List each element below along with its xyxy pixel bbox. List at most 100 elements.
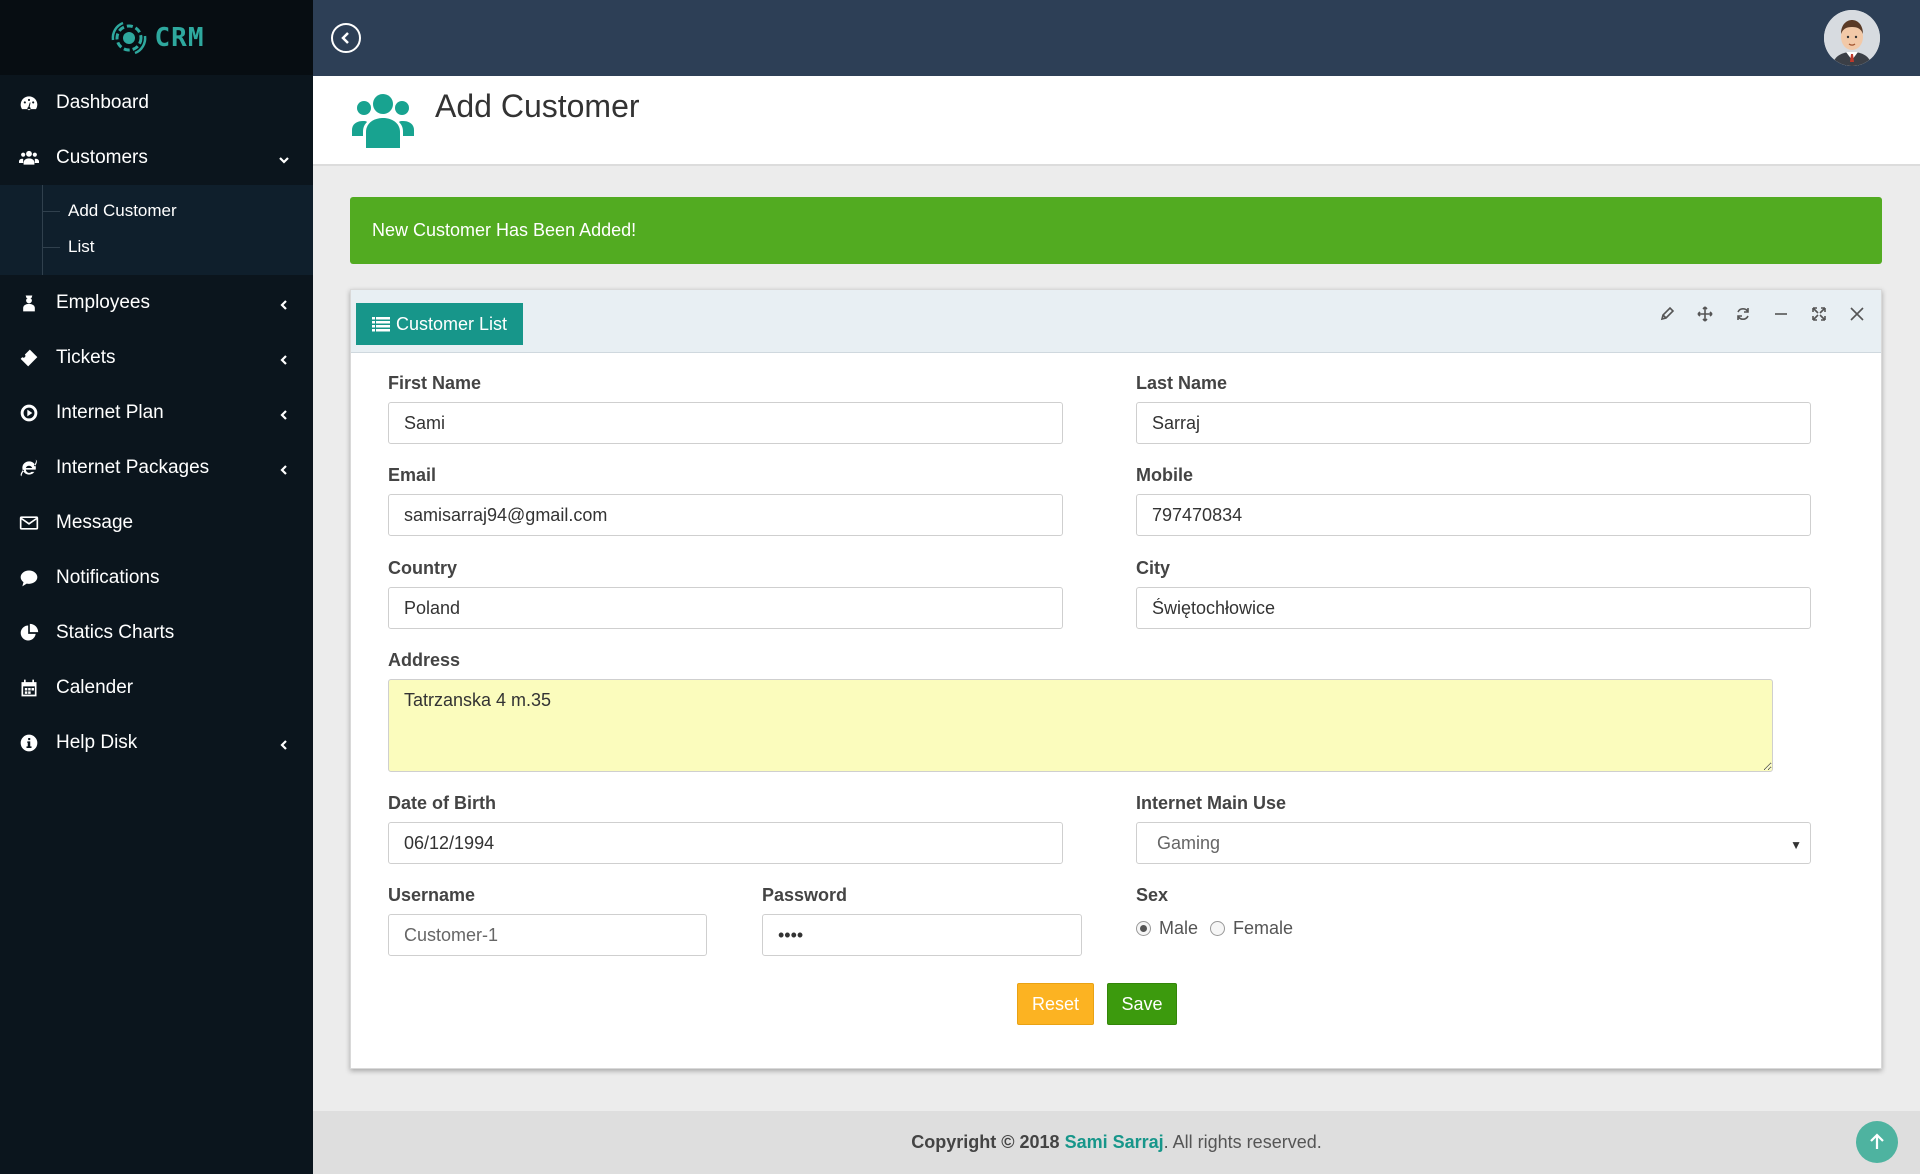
dashboard-icon: [18, 92, 40, 114]
sidebar-item-label: Tickets: [56, 346, 116, 368]
sidebar-item-label: Customers: [56, 146, 148, 168]
app-logo[interactable]: CRM: [0, 0, 313, 75]
internet-use-label: Internet Main Use: [1136, 793, 1287, 813]
sidebar-item-help-disk[interactable]: Help Disk: [0, 715, 313, 770]
chevron-left-icon: [341, 32, 349, 44]
sidebar-item-internet-packages[interactable]: Internet Packages: [0, 440, 313, 495]
footer-author-link[interactable]: Sami Sarraj: [1065, 1132, 1164, 1153]
sidebar-item-label: Help Disk: [56, 731, 138, 753]
sidebar-subitem-list[interactable]: List: [0, 229, 313, 265]
password-input[interactable]: [762, 914, 1082, 956]
city-label: City: [1136, 558, 1171, 578]
sidebar-item-customers[interactable]: Customers: [0, 130, 313, 185]
page-header: Add Customer: [313, 76, 1920, 166]
info-icon: [18, 732, 40, 754]
customers-submenu: Add Customer List: [0, 185, 313, 275]
list-icon: [372, 317, 390, 332]
radio-male-label: Male: [1159, 918, 1199, 938]
radio-female-label: Female: [1233, 918, 1294, 938]
sidebar-item-internet-plan[interactable]: Internet Plan: [0, 385, 313, 440]
users-icon: [350, 84, 416, 150]
reset-button[interactable]: Reset: [1017, 983, 1094, 1025]
radio-female[interactable]: [1210, 921, 1226, 936]
move-icon[interactable]: [1695, 304, 1715, 324]
sidebar-item-statics-charts[interactable]: Statics Charts: [0, 605, 313, 660]
sidebar-item-employees[interactable]: Employees: [0, 275, 313, 330]
country-input[interactable]: [388, 587, 1063, 629]
internet-explorer-icon: [18, 457, 40, 479]
collapse-sidebar-button[interactable]: [331, 23, 361, 53]
arrow-up-icon: [1870, 1133, 1884, 1149]
customer-panel: Customer List First Name Last Name Email…: [350, 289, 1882, 1069]
sidebar-item-dashboard[interactable]: Dashboard: [0, 75, 313, 130]
tab-label: Customer List: [396, 313, 508, 334]
chevron-left-icon: [277, 351, 291, 365]
sidebar-item-label: Employees: [56, 291, 150, 313]
scroll-to-top-button[interactable]: [1856, 1121, 1898, 1163]
expand-icon[interactable]: [1809, 304, 1829, 324]
email-input[interactable]: [388, 494, 1063, 536]
panel-tools: [1657, 304, 1867, 324]
last-name-label: Last Name: [1136, 373, 1228, 393]
first-name-label: First Name: [388, 373, 482, 393]
last-name-input[interactable]: [1136, 402, 1811, 444]
minimize-icon[interactable]: [1771, 304, 1791, 324]
caret-down-icon: ▼: [1790, 838, 1802, 852]
sidebar-item-message[interactable]: Message: [0, 495, 313, 550]
sidebar-item-notifications[interactable]: Notifications: [0, 550, 313, 605]
first-name-input[interactable]: [388, 402, 1063, 444]
sidebar-item-label: Message: [56, 511, 134, 533]
chevron-left-icon: [277, 736, 291, 750]
user-tie-icon: [18, 292, 40, 314]
pencil-icon[interactable]: [1657, 304, 1677, 324]
user-avatar[interactable]: [1824, 10, 1880, 66]
sidebar-item-label: Dashboard: [56, 91, 149, 113]
select-value: Gaming: [1157, 832, 1221, 853]
username-label: Username: [388, 885, 476, 905]
chevron-left-icon: [277, 461, 291, 475]
users-icon: [18, 147, 40, 169]
sidebar-item-tickets[interactable]: Tickets: [0, 330, 313, 385]
footer-rights: . All rights reserved.: [1163, 1132, 1322, 1152]
footer: Copyright © 2018 Sami Sarraj. All rights…: [313, 1111, 1920, 1174]
ticket-icon: [18, 347, 40, 369]
sidebar: CRM Dashboard Customers Add Customer Lis…: [0, 0, 313, 1174]
pie-chart-icon: [18, 622, 40, 644]
city-input[interactable]: [1136, 587, 1811, 629]
sidebar-subitem-add-customer[interactable]: Add Customer: [0, 193, 313, 229]
mobile-input[interactable]: [1136, 494, 1811, 536]
sidebar-item-label: Calender: [56, 676, 134, 698]
avatar-icon: [1824, 10, 1880, 66]
topbar: [313, 0, 1920, 76]
chevron-down-icon: [277, 151, 291, 165]
sidebar-item-calender[interactable]: Calender: [0, 660, 313, 715]
close-icon[interactable]: [1847, 304, 1867, 324]
chevron-left-icon: [277, 296, 291, 310]
address-label: Address: [388, 650, 461, 670]
calendar-icon: [18, 677, 40, 699]
envelope-icon: [18, 512, 40, 534]
sidebar-item-label: Internet Packages: [56, 456, 210, 478]
save-button[interactable]: Save: [1107, 983, 1177, 1025]
logo-gear-icon: [111, 21, 146, 54]
sidebar-item-label: Notifications: [56, 566, 160, 588]
tab-customer-list[interactable]: Customer List: [356, 303, 524, 345]
mobile-label: Mobile: [1136, 465, 1193, 485]
radio-male[interactable]: [1136, 921, 1151, 936]
sidebar-item-label: Internet Plan: [56, 401, 164, 423]
page-title: Add Customer: [435, 88, 640, 124]
dob-input[interactable]: [388, 822, 1063, 864]
username-input[interactable]: [388, 914, 707, 956]
address-textarea[interactable]: Tatrzanska 4 m.35: [388, 679, 1773, 772]
internet-use-select[interactable]: Gaming ▼: [1136, 822, 1811, 864]
sex-radio-group: Male Female: [1136, 918, 1293, 939]
logo-text: CRM: [154, 22, 205, 53]
refresh-icon[interactable]: [1733, 304, 1753, 324]
alert-text: New Customer Has Been Added!: [372, 220, 637, 240]
sidebar-item-label: Statics Charts: [56, 621, 175, 643]
chevron-left-icon: [277, 406, 291, 420]
footer-copyright: Copyright © 2018: [911, 1132, 1060, 1152]
circle-arrow-icon: [18, 402, 40, 424]
panel-header: Customer List: [351, 290, 1881, 353]
email-label: Email: [388, 465, 437, 485]
